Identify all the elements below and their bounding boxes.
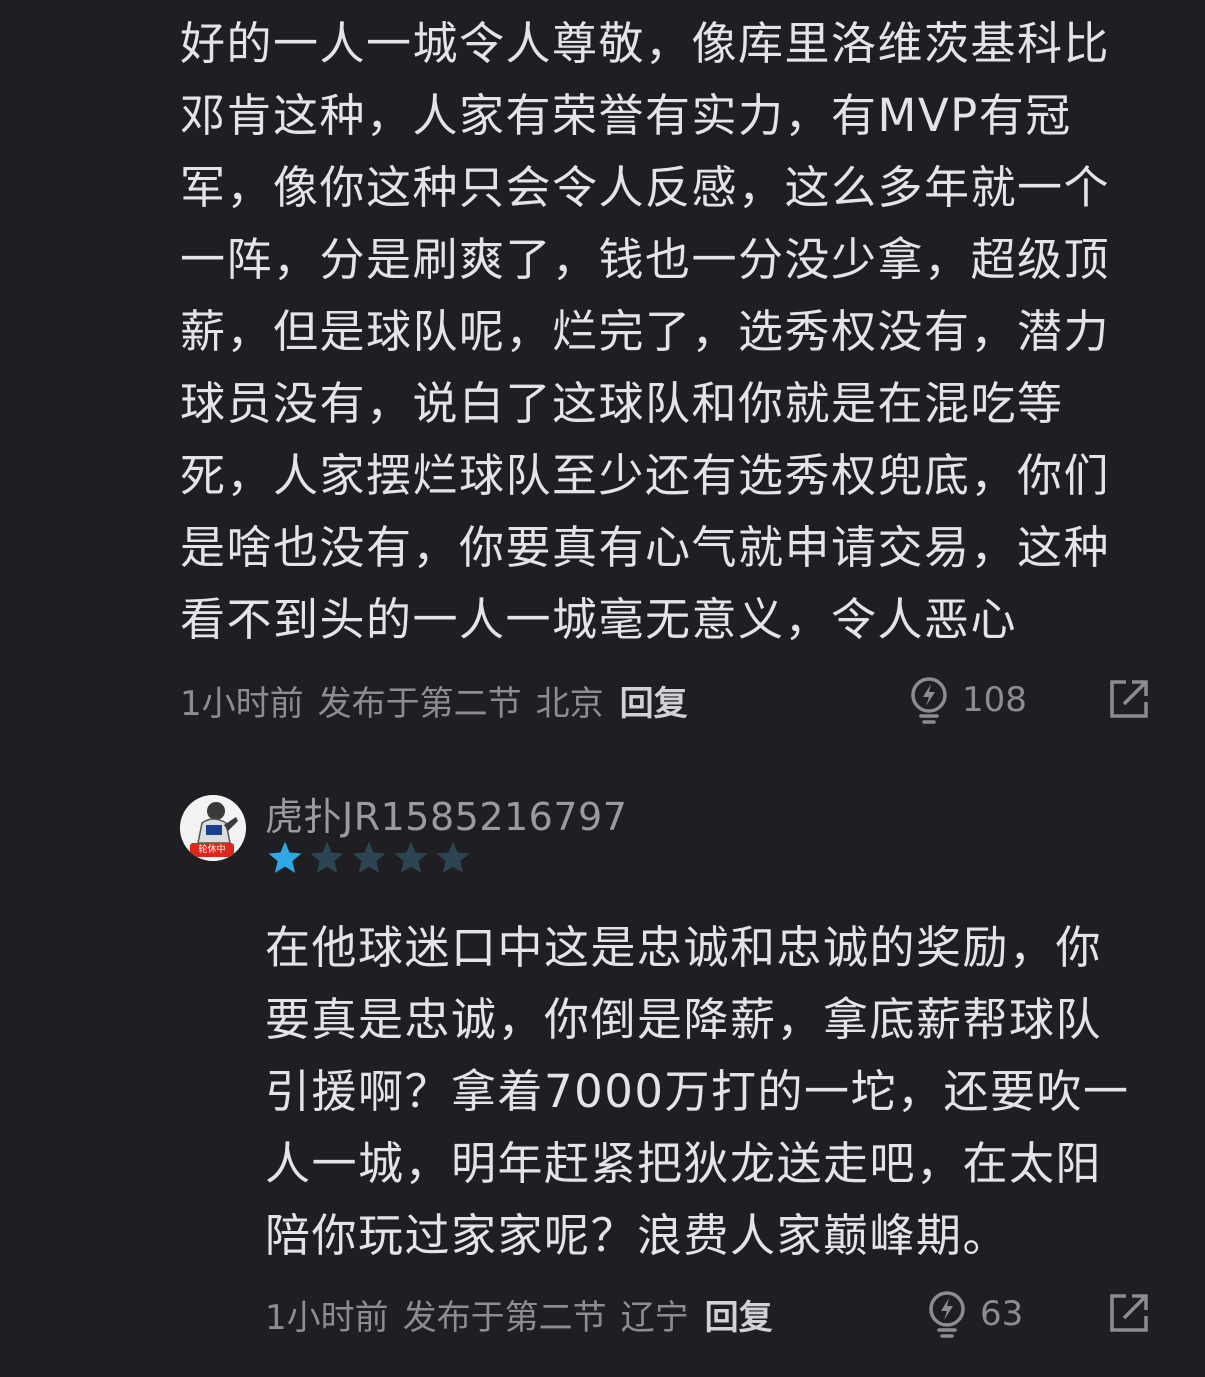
star-icon-empty — [394, 841, 428, 873]
comment-body: 在他球迷口中这是忠诚和忠诚的奖励，你 要真是忠诚，你倒是降薪，拿底薪帮球队 引援… — [265, 912, 1165, 1272]
comment-meta: 1小时前 发布于第二节 北京 回复 — [180, 674, 702, 726]
like-count: 63 — [980, 1294, 1024, 1334]
comment-time: 1小时前 — [265, 1297, 389, 1338]
star-icon-empty — [310, 841, 344, 873]
comment-body: 好的一人一城令人尊敬，像库里洛维茨基科比 邓肯这种，人家有荣誉有实力，有MVP有… — [180, 8, 1170, 656]
like-button[interactable]: 63 — [926, 1288, 1023, 1340]
lightbulb-icon — [911, 677, 947, 724]
comment-text-line: 引援啊？拿着7000万打的一坨，还要吹一 — [265, 1065, 1130, 1118]
like-button[interactable]: 108 — [908, 674, 1027, 726]
user-rating — [266, 840, 476, 876]
comment-text-line: 薪，但是球队呢，烂完了，选秀权没有，潜力 — [180, 305, 1111, 358]
like-count: 108 — [962, 680, 1027, 720]
comment-text-line: 在他球迷口中这是忠诚和忠诚的奖励，你 — [265, 921, 1103, 974]
comment-text-line: 是啥也没有，你要真有心气就申请交易，这种 — [180, 521, 1111, 574]
comment-text-line: 球员没有，说白了这球队和你就是在混吃等 — [180, 377, 1064, 430]
comment-location: 辽宁 — [620, 1297, 689, 1338]
comment-section: 发布于第二节 — [402, 1297, 607, 1338]
reply-button[interactable]: 回复 — [705, 1290, 773, 1339]
comment-location: 北京 — [535, 683, 604, 724]
username[interactable]: 虎扑JR1585216797 — [265, 786, 627, 841]
comment-text-line: 人一城，明年赶紧把狄龙送走吧，在太阳 — [265, 1137, 1103, 1190]
avatar[interactable]: 轮休中 — [180, 795, 246, 861]
comment-text-line: 军，像你这种只会令人反感，这么多年就一个 — [180, 161, 1111, 214]
star-icon-empty — [436, 841, 470, 873]
avatar-badge: 轮休中 — [190, 843, 234, 857]
star-icon-filled — [268, 841, 302, 873]
comment-time: 1小时前 — [180, 683, 304, 724]
comment-text-line: 看不到头的一人一城毫无意义，令人恶心 — [180, 593, 1018, 646]
comment-meta: 1小时前 发布于第二节 辽宁 回复 — [265, 1288, 787, 1340]
comment-text-line: 好的一人一城令人尊敬，像库里洛维茨基科比 — [180, 17, 1111, 70]
lightbulb-icon — [929, 1291, 965, 1338]
reply-button[interactable]: 回复 — [620, 676, 688, 725]
comment-text-line: 要真是忠诚，你倒是降薪，拿底薪帮球队 — [265, 993, 1103, 1046]
comment-text-line: 邓肯这种，人家有荣誉有实力，有MVP有冠 — [180, 89, 1072, 142]
comment-section: 发布于第二节 — [317, 683, 522, 724]
share-icon[interactable] — [1108, 1292, 1150, 1334]
comment-text-line: 陪你玩过家家呢？浪费人家巅峰期。 — [265, 1209, 1010, 1262]
share-icon[interactable] — [1108, 678, 1150, 720]
comment-text-line: 一阵，分是刷爽了，钱也一分没少拿，超级顶 — [180, 233, 1111, 286]
star-icon-empty — [352, 841, 386, 873]
comment-text-line: 死，人家摆烂球队至少还有选秀权兜底，你们 — [180, 449, 1111, 502]
